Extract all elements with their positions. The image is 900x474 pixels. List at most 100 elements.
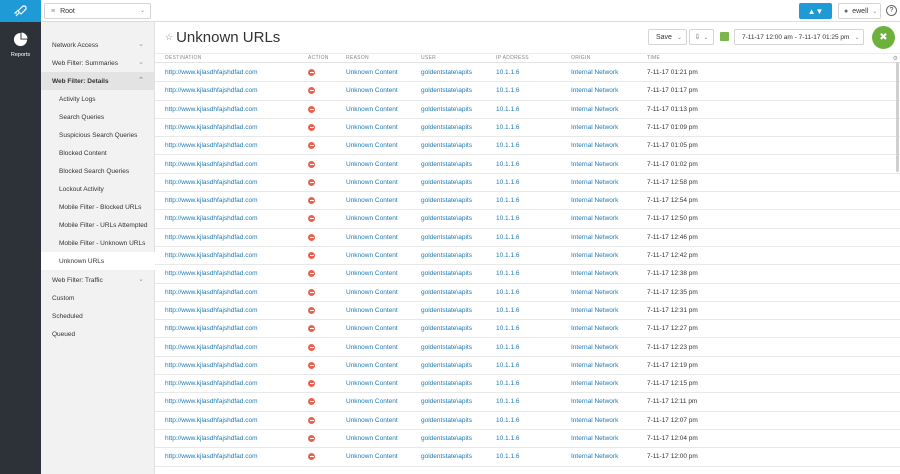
cell-user[interactable]: goldentstate\apits	[421, 142, 472, 149]
cell-destination[interactable]: http://www.kjlasdhfajshdfad.com	[165, 215, 258, 222]
cell-destination[interactable]: http://www.kjlasdhfajshdfad.com	[165, 179, 258, 186]
cell-reason[interactable]: Unknown Content	[346, 179, 398, 186]
cell-destination[interactable]: http://www.kjlasdhfajshdfad.com	[165, 161, 258, 168]
cell-user[interactable]: goldentstate\apits	[421, 179, 472, 186]
sidebar-item-mobile-urls-attempted[interactable]: Mobile Filter - URLs Attempted	[41, 216, 155, 234]
cell-destination[interactable]: http://www.kjlasdhfajshdfad.com	[165, 362, 258, 369]
cell-reason[interactable]: Unknown Content	[346, 234, 398, 241]
cell-destination[interactable]: http://www.kjlasdhfajshdfad.com	[165, 142, 258, 149]
table-row[interactable]: http://www.kjlasdhfajshdfad.com Unknown C…	[155, 192, 900, 211]
sidebar-item-search-queries[interactable]: Search Queries	[41, 108, 155, 126]
cell-origin[interactable]: Internal Network	[571, 398, 618, 405]
cell-reason[interactable]: Unknown Content	[346, 161, 398, 168]
cell-destination[interactable]: http://www.kjlasdhfajshdfad.com	[165, 307, 258, 314]
cell-origin[interactable]: Internal Network	[571, 252, 618, 259]
cell-reason[interactable]: Unknown Content	[346, 307, 398, 314]
app-logo[interactable]	[0, 0, 41, 22]
cell-ip-address[interactable]: 10.1.1.6	[496, 179, 520, 186]
sidebar-item-queued[interactable]: Queued	[41, 325, 155, 343]
cell-ip-address[interactable]: 10.1.1.6	[496, 124, 520, 131]
cell-origin[interactable]: Internal Network	[571, 380, 618, 387]
column-header-reason[interactable]: REASON	[346, 55, 369, 61]
cell-ip-address[interactable]: 10.1.1.6	[496, 398, 520, 405]
cell-reason[interactable]: Unknown Content	[346, 417, 398, 424]
table-row[interactable]: http://www.kjlasdhfajshdfad.com Unknown C…	[155, 302, 900, 321]
cell-ip-address[interactable]: 10.1.1.6	[496, 87, 520, 94]
cell-ip-address[interactable]: 10.1.1.6	[496, 453, 520, 460]
cell-reason[interactable]: Unknown Content	[346, 270, 398, 277]
rail-item-reports[interactable]: Reports	[0, 32, 41, 58]
cell-reason[interactable]: Unknown Content	[346, 215, 398, 222]
table-row[interactable]: http://www.kjlasdhfajshdfad.com Unknown C…	[155, 357, 900, 376]
cell-ip-address[interactable]: 10.1.1.6	[496, 234, 520, 241]
cell-destination[interactable]: http://www.kjlasdhfajshdfad.com	[165, 435, 258, 442]
cell-origin[interactable]: Internal Network	[571, 307, 618, 314]
cell-destination[interactable]: http://www.kjlasdhfajshdfad.com	[165, 398, 258, 405]
cell-reason[interactable]: Unknown Content	[346, 252, 398, 259]
table-row[interactable]: http://www.kjlasdhfajshdfad.com Unknown C…	[155, 448, 900, 467]
sidebar-item-unknown-urls[interactable]: Unknown URLs	[41, 252, 155, 270]
table-row[interactable]: http://www.kjlasdhfajshdfad.com Unknown C…	[155, 119, 900, 138]
cell-ip-address[interactable]: 10.1.1.6	[496, 289, 520, 296]
cell-reason[interactable]: Unknown Content	[346, 142, 398, 149]
cell-ip-address[interactable]: 10.1.1.6	[496, 197, 520, 204]
sidebar-item-mobile-blocked-urls[interactable]: Mobile Filter - Blocked URLs	[41, 198, 155, 216]
root-selector[interactable]: ≡ Root ⌄	[44, 3, 151, 19]
cell-user[interactable]: goldentstate\apits	[421, 252, 472, 259]
cell-user[interactable]: goldentstate\apits	[421, 344, 472, 351]
table-row[interactable]: http://www.kjlasdhfajshdfad.com Unknown C…	[155, 339, 900, 357]
cell-user[interactable]: goldentstate\apits	[421, 417, 472, 424]
column-header-origin[interactable]: ORIGIN	[571, 55, 591, 61]
cell-destination[interactable]: http://www.kjlasdhfajshdfad.com	[165, 87, 258, 94]
cell-origin[interactable]: Internal Network	[571, 106, 618, 113]
cell-ip-address[interactable]: 10.1.1.6	[496, 380, 520, 387]
cell-destination[interactable]: http://www.kjlasdhfajshdfad.com	[165, 69, 258, 76]
cell-user[interactable]: goldentstate\apits	[421, 325, 472, 332]
cell-origin[interactable]: Internal Network	[571, 197, 618, 204]
star-icon[interactable]: ☆	[165, 32, 173, 43]
sidebar-item-web-filter-traffic[interactable]: Web Filter: Traffic ⌄	[41, 271, 155, 289]
sidebar-item-activity-logs[interactable]: Activity Logs	[41, 90, 155, 108]
cell-destination[interactable]: http://www.kjlasdhfajshdfad.com	[165, 289, 258, 296]
cell-ip-address[interactable]: 10.1.1.6	[496, 106, 520, 113]
sidebar-item-blocked-content[interactable]: Blocked Content	[41, 144, 155, 162]
cell-origin[interactable]: Internal Network	[571, 417, 618, 424]
cell-reason[interactable]: Unknown Content	[346, 362, 398, 369]
cell-origin[interactable]: Internal Network	[571, 453, 618, 460]
cell-destination[interactable]: http://www.kjlasdhfajshdfad.com	[165, 197, 258, 204]
sidebar-item-suspicious-search-queries[interactable]: Suspicious Search Queries	[41, 126, 155, 144]
cell-destination[interactable]: http://www.kjlasdhfajshdfad.com	[165, 417, 258, 424]
cell-ip-address[interactable]: 10.1.1.6	[496, 325, 520, 332]
cell-origin[interactable]: Internal Network	[571, 142, 618, 149]
gear-icon[interactable]: ⚙	[893, 55, 898, 62]
cell-ip-address[interactable]: 10.1.1.6	[496, 161, 520, 168]
column-header-user[interactable]: USER	[421, 55, 436, 61]
cell-reason[interactable]: Unknown Content	[346, 398, 398, 405]
cell-user[interactable]: goldentstate\apits	[421, 380, 472, 387]
column-header-ip[interactable]: IP ADDRESS	[496, 55, 529, 61]
calendar-icon[interactable]	[720, 32, 729, 41]
table-row[interactable]: http://www.kjlasdhfajshdfad.com Unknown C…	[155, 82, 900, 101]
cell-reason[interactable]: Unknown Content	[346, 106, 398, 113]
cell-ip-address[interactable]: 10.1.1.6	[496, 252, 520, 259]
cell-reason[interactable]: Unknown Content	[346, 124, 398, 131]
cell-user[interactable]: goldentstate\apits	[421, 435, 472, 442]
cell-origin[interactable]: Internal Network	[571, 435, 618, 442]
tools-button[interactable]: ✖	[872, 26, 895, 49]
cell-user[interactable]: goldentstate\apits	[421, 106, 472, 113]
cell-origin[interactable]: Internal Network	[571, 69, 618, 76]
cell-ip-address[interactable]: 10.1.1.6	[496, 417, 520, 424]
sidebar-item-lockout-activity[interactable]: Lockout Activity	[41, 180, 155, 198]
cell-reason[interactable]: Unknown Content	[346, 289, 398, 296]
table-row[interactable]: http://www.kjlasdhfajshdfad.com Unknown C…	[155, 265, 900, 284]
cell-ip-address[interactable]: 10.1.1.6	[496, 362, 520, 369]
sidebar-item-mobile-unknown-urls[interactable]: Mobile Filter - Unknown URLs	[41, 234, 155, 252]
sidebar-item-blocked-search-queries[interactable]: Blocked Search Queries	[41, 162, 155, 180]
cell-ip-address[interactable]: 10.1.1.6	[496, 142, 520, 149]
user-menu[interactable]: ● ewell ⌄	[838, 3, 881, 19]
cell-reason[interactable]: Unknown Content	[346, 435, 398, 442]
table-row[interactable]: http://www.kjlasdhfajshdfad.com Unknown C…	[155, 210, 900, 229]
table-row[interactable]: http://www.kjlasdhfajshdfad.com Unknown C…	[155, 320, 900, 339]
export-button[interactable]: ⇩ ⌄	[689, 29, 714, 45]
cell-user[interactable]: goldentstate\apits	[421, 161, 472, 168]
